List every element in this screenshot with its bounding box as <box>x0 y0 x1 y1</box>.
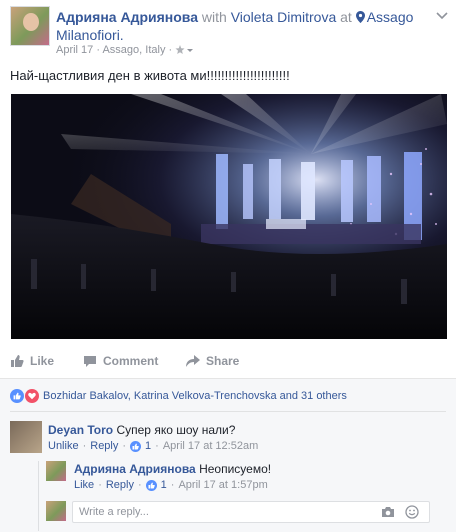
camera-icon[interactable] <box>381 506 395 518</box>
comment-action-button[interactable]: Comment <box>83 354 158 368</box>
comments-section: Bozhidar Bakalov, Katrina Velkova-Trench… <box>0 378 456 532</box>
audience-globe-icon[interactable] <box>175 45 194 55</box>
likes-names-link[interactable]: Bozhidar Bakalov, Katrina Velkova-Trench… <box>43 390 347 402</box>
current-user-avatar <box>46 501 66 521</box>
post-header: Адрияна Адриянова with Violeta Dimitrova… <box>10 6 450 60</box>
thumbs-up-icon <box>11 355 24 367</box>
share-arrow-icon <box>186 355 200 367</box>
chevron-down-icon[interactable] <box>436 12 448 20</box>
thumbs-up-icon <box>130 440 142 452</box>
comment-like-count[interactable]: 1 <box>145 440 151 452</box>
post-message: Най-щастливия ден в живота ми!!!!!!!!!!!… <box>10 68 290 83</box>
reactions-summary[interactable]: Bozhidar Bakalov, Katrina Velkova-Trench… <box>10 389 347 403</box>
comment-bubble-icon <box>84 356 96 367</box>
comment-timestamp-link[interactable]: April 17 at 12:52am <box>163 440 258 452</box>
reply-link[interactable]: Reply <box>90 440 118 452</box>
unlike-link[interactable]: Unlike <box>48 440 79 452</box>
at-word: at <box>340 9 352 25</box>
reply-thread-line <box>38 461 39 531</box>
comment-meta: Unlike · Reply · 1 · April 17 at 12:52am <box>48 440 259 452</box>
post-actions: Like Comment Share <box>10 354 446 374</box>
commenter-avatar[interactable] <box>10 421 42 453</box>
post-photo[interactable] <box>11 94 447 339</box>
reply-timestamp-link[interactable]: April 17 at 1:57pm <box>178 479 267 491</box>
divider <box>10 411 446 412</box>
tagged-friend-link[interactable]: Violeta Dimitrova <box>231 9 337 25</box>
post-date-link[interactable]: April 17 <box>56 44 93 56</box>
post-meta: April 17 · Assago, Italy · <box>56 44 194 56</box>
concert-photo-image <box>11 94 447 339</box>
comment-action-label: Comment <box>103 354 159 368</box>
comment-body: Deyan Toro Супер яко шоу нали? <box>48 423 235 437</box>
reply-input-box[interactable] <box>72 501 430 523</box>
reply-author-avatar[interactable] <box>46 461 66 481</box>
reply-author-name-link[interactable]: Адрияна Адриянова <box>74 462 196 476</box>
like-reaction-icon <box>10 389 24 403</box>
reply-input[interactable] <box>73 502 373 522</box>
share-action-label: Share <box>206 354 240 368</box>
author-avatar[interactable] <box>10 6 50 46</box>
thumbs-up-icon <box>145 479 157 491</box>
comment-text: Супер яко шоу нали? <box>116 423 236 437</box>
map-pin-icon <box>355 11 365 23</box>
reply-like-count[interactable]: 1 <box>161 479 167 491</box>
reply-meta: Like · Reply · 1 · April 17 at 1:57pm <box>74 479 268 491</box>
like-action-label: Like <box>30 354 55 368</box>
love-reaction-icon <box>25 389 39 403</box>
share-action-button[interactable]: Share <box>186 354 239 368</box>
with-word: with <box>201 9 227 25</box>
commenter-name-link[interactable]: Deyan Toro <box>48 423 113 437</box>
author-name-link[interactable]: Адрияна Адриянова <box>56 9 198 25</box>
post-location: Assago, Italy <box>102 44 166 56</box>
reply-text: Неописуемо! <box>199 462 272 476</box>
reply-link[interactable]: Reply <box>106 479 134 491</box>
emoji-icon[interactable] <box>405 505 419 519</box>
like-link[interactable]: Like <box>74 479 94 491</box>
like-action-button[interactable]: Like <box>10 354 54 368</box>
post-header-line: Адрияна Адриянова with Violeta Dimitrova… <box>56 8 426 44</box>
reply-body: Адрияна Адриянова Неописуемо! <box>74 462 271 476</box>
